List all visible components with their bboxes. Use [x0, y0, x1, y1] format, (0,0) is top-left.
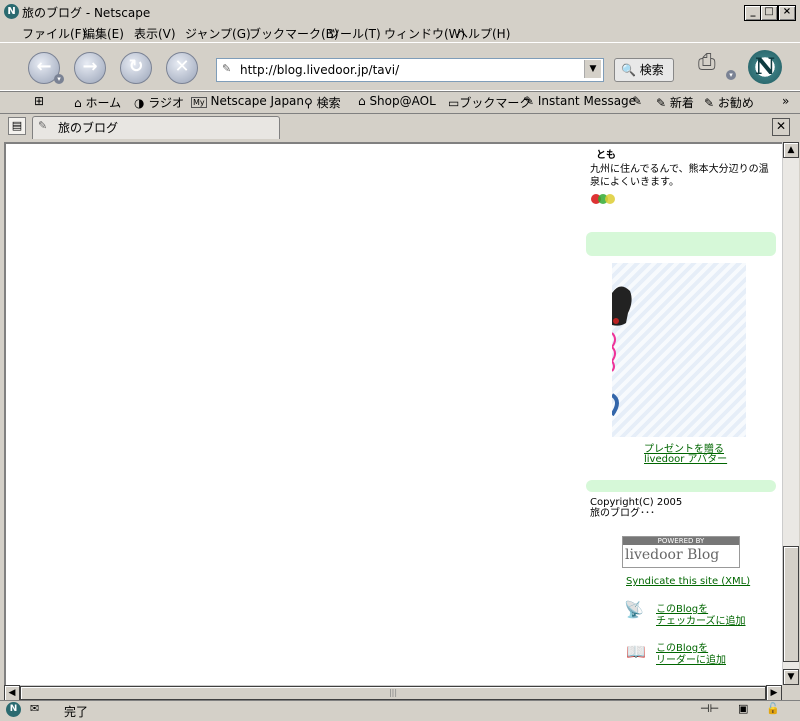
back-history-icon[interactable]: ▾	[54, 74, 64, 84]
bookmark-folder-label: ブックマーク	[459, 96, 532, 110]
stop-icon[interactable]: ✕	[166, 52, 198, 84]
bookmark-shop-aol-label: Shop@AOL	[369, 94, 436, 108]
bookmark-separator-link[interactable]: ✎	[632, 94, 642, 108]
scroll-up-icon[interactable]: ▲	[783, 142, 799, 158]
bookmark-netscape-japan[interactable]: My Netscape Japan	[191, 94, 304, 108]
status-text: 完了	[64, 705, 89, 719]
bookmark-radio[interactable]: ◑ ラジオ	[134, 94, 184, 111]
livedoor-blog-logo[interactable]: POWERED BY livedoor Blog	[622, 536, 740, 568]
maximize-button[interactable]: □	[760, 5, 778, 21]
scroll-corner	[782, 685, 798, 699]
bookmark-shop-aol[interactable]: ⌂ Shop@AOL	[358, 94, 436, 108]
bookmark-link-icon: ✎	[524, 94, 538, 108]
bookmark-link-icon: ✎	[704, 96, 718, 110]
menu-help[interactable]: ヘルプ(H)	[456, 25, 510, 42]
connection-icon: ⊣⊢	[700, 702, 720, 715]
status-bar	[0, 700, 800, 721]
aol-icon: ⌂	[358, 94, 370, 108]
horizontal-scroll-thumb[interactable]: |||	[20, 686, 766, 700]
netscape-logo[interactable]: N	[748, 50, 782, 84]
scroll-down-icon[interactable]: ▼	[783, 669, 799, 685]
vertical-scroll-thumb[interactable]	[783, 546, 799, 662]
mail-status-icon[interactable]: ✉	[30, 702, 39, 715]
bookmark-link-icon: ✎	[632, 94, 643, 108]
close-window-button[interactable]: ×	[778, 5, 796, 21]
security-lock-icon: 🔓	[766, 702, 780, 715]
bookmark-radio-label: ラジオ	[148, 96, 185, 110]
bookmark-home[interactable]: ⌂ ホーム	[74, 94, 121, 111]
menu-file[interactable]: ファイル(F)	[22, 25, 86, 42]
author-name: とも	[596, 150, 616, 161]
avatar-link[interactable]: livedoor アバター	[644, 450, 727, 465]
close-tab-icon[interactable]: ✕	[772, 118, 790, 136]
sidebar-toggle-icon[interactable]: ⊞	[34, 94, 44, 108]
checkers-link-line2[interactable]: チェッカーズに追加	[656, 612, 746, 627]
folder-icon: ▭	[448, 96, 460, 110]
horizontal-scrollbar[interactable]: ◀ ||| ▶	[4, 685, 782, 701]
livedoor-logo-text: livedoor Blog	[625, 547, 720, 563]
scroll-left-icon[interactable]: ◀	[4, 685, 20, 701]
menu-bookmarks[interactable]: ブックマーク(B)	[249, 25, 339, 42]
vertical-scrollbar[interactable]: ▲ ▼	[782, 142, 799, 685]
bookmark-netscape-japan-label: Netscape Japan	[210, 94, 305, 108]
satellite-icon: 📡	[624, 600, 644, 619]
copyright-line2: 旅のブログ･･･	[590, 508, 655, 519]
reload-icon[interactable]: ↻	[120, 52, 152, 84]
reader-link-line2[interactable]: リーダーに追加	[656, 651, 726, 666]
bookmark-new-label: 新着	[669, 96, 694, 110]
print-dropdown-icon[interactable]: ▾	[726, 70, 736, 80]
search-button-label: 検索	[639, 63, 664, 77]
bookmark-home-label: ホーム	[85, 96, 122, 110]
menu-window[interactable]: ウィンドウ(W)	[384, 25, 465, 42]
forward-icon[interactable]: →	[74, 52, 106, 84]
headphones-icon: ◑	[134, 96, 149, 110]
print-icon[interactable]: ⎙	[698, 50, 728, 78]
book-icon: 📖	[626, 642, 646, 661]
powered-by-label: POWERED BY	[623, 537, 739, 545]
bookmark-search[interactable]: ⚲ 検索	[304, 94, 341, 111]
bookmark-new[interactable]: ✎ 新着	[656, 94, 694, 111]
menu-tools[interactable]: ツール(T)	[328, 25, 381, 42]
syndicate-link[interactable]: Syndicate this site (XML)	[626, 576, 750, 587]
menu-go[interactable]: ジャンプ(G)	[185, 25, 251, 42]
footer-section-header	[586, 480, 776, 492]
bookmark-link-icon: ✎	[656, 96, 670, 110]
menu-bar: ファイル(F) 編集(E) 表示(V) ジャンプ(G) ブックマーク(B) ツー…	[0, 22, 800, 42]
netscape-status-icon[interactable]: N	[6, 702, 21, 717]
url-text: http://blog.livedoor.jp/tavi/	[240, 63, 400, 77]
my-icon: My	[191, 97, 207, 108]
bookmark-folder[interactable]: ▭ブックマーク	[448, 94, 531, 111]
search-button[interactable]: 🔍 検索	[614, 58, 674, 82]
new-tab-icon[interactable]: ▤	[8, 117, 26, 135]
author-description: 九州に住んでるんで、熊本大分辺りの温泉によくいきます。	[590, 164, 769, 188]
messenger-status-icon	[590, 193, 618, 205]
search-icon: ⚲	[304, 96, 317, 110]
avatar-section-header	[586, 232, 776, 256]
url-dropdown-icon[interactable]: ▼	[584, 60, 601, 78]
menu-edit[interactable]: 編集(E)	[83, 25, 124, 42]
netscape-app-icon: N	[4, 4, 19, 19]
bookmark-search-label: 検索	[316, 96, 341, 110]
tab-page-icon: ✎	[38, 119, 48, 132]
page-link-icon: ✎	[222, 62, 232, 75]
bookmark-instant-message-label: Instant Message	[537, 94, 637, 108]
bookmark-recommended[interactable]: ✎ お勧め	[704, 94, 754, 111]
window-title: 旅のブログ - Netscape	[22, 6, 151, 20]
bookmark-instant-message[interactable]: ✎ Instant Message	[524, 94, 636, 108]
more-bookmarks-icon[interactable]: »	[782, 94, 789, 108]
tab-title: 旅のブログ	[58, 121, 119, 135]
magnifier-icon: 🔍	[621, 63, 636, 77]
menu-view[interactable]: 表示(V)	[134, 25, 176, 42]
popup-blocker-icon: ▣	[738, 702, 749, 715]
home-icon: ⌂	[74, 96, 86, 110]
scroll-right-icon[interactable]: ▶	[766, 685, 782, 701]
avatar-image[interactable]	[610, 263, 746, 437]
bookmark-recommended-label: お勧め	[717, 96, 754, 110]
